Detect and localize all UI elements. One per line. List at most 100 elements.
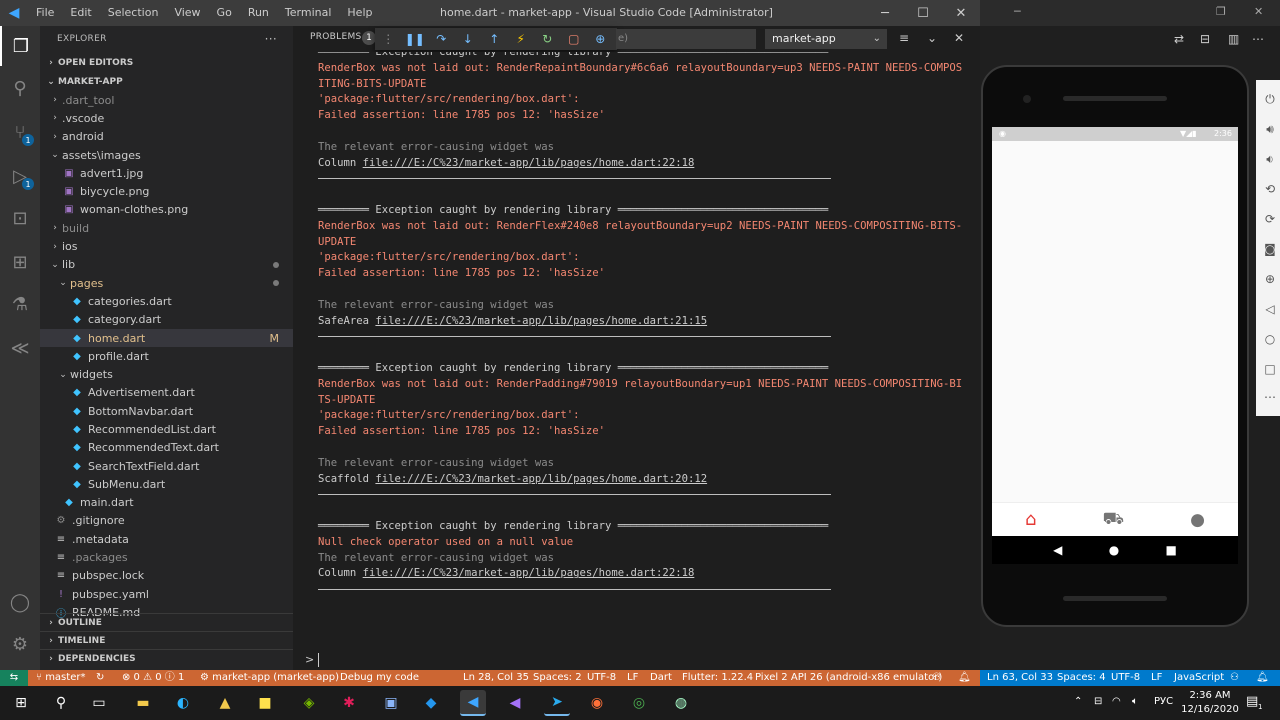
tree-file[interactable]: ▣ advert1.jpg — [40, 164, 293, 182]
language-indicator[interactable]: РУС — [1154, 696, 1173, 707]
sticky-notes-icon[interactable]: ■ — [252, 690, 278, 716]
output-filter-input[interactable]: e) — [616, 29, 756, 49]
chrome-icon[interactable]: ◎ — [626, 690, 652, 716]
volume-down-icon[interactable]: 🔉︎ — [1260, 152, 1280, 167]
open-editors-section[interactable]: › OPEN EDITORS — [40, 54, 293, 72]
tab-problems[interactable]: PROBLEMS — [310, 32, 362, 42]
bg-cursor-position[interactable]: Ln 63, Col 33 — [987, 670, 1053, 686]
tree-folder[interactable]: › build — [40, 219, 293, 237]
rotate-right-icon[interactable]: ⟳ — [1260, 212, 1280, 226]
back-icon[interactable]: ◁ — [1260, 302, 1280, 316]
restore-icon[interactable]: ❐ — [1216, 5, 1226, 18]
tree-file[interactable]: ▣ biycycle.png — [40, 182, 293, 200]
home-button-icon[interactable]: ● — [1109, 543, 1119, 557]
source-file-link[interactable]: file:///E:/C%23/market-app/lib/pages/hom… — [375, 315, 707, 327]
tree-file[interactable]: ◆ category.dart — [40, 311, 293, 329]
file-explorer-icon[interactable]: ▬ — [130, 690, 156, 716]
split-editor-icon[interactable]: ⊟ — [1200, 32, 1210, 46]
menu-file[interactable]: File — [28, 0, 62, 26]
language-status[interactable]: Dart — [650, 670, 672, 686]
source-file-link[interactable]: file:///E:/C%23/market-app/lib/pages/hom… — [375, 473, 707, 485]
bg-notifications-icon[interactable]: 🔔︎ — [1256, 670, 1269, 686]
dependencies-section[interactable]: › DEPENDENCIES — [40, 649, 293, 667]
overview-icon[interactable]: □ — [1260, 362, 1280, 376]
action-center-icon[interactable]: ▤ — [1246, 694, 1258, 709]
tree-file[interactable]: ▣ woman-clothes.png — [40, 201, 293, 219]
restart-icon[interactable]: ↻ — [534, 32, 561, 46]
drag-handle-icon[interactable]: ⋮ — [375, 32, 402, 46]
tree-file[interactable]: ◆ SubMenu.dart — [40, 475, 293, 493]
stop-icon[interactable]: ▢ — [561, 32, 588, 46]
run-debug-icon[interactable]: ▷ 1 — [0, 156, 40, 196]
close-panel-icon[interactable]: ✕ — [954, 31, 964, 45]
live-share-icon[interactable]: ⚇ — [932, 670, 941, 686]
flutter-icon[interactable]: ≪ — [0, 328, 40, 368]
notifications-icon[interactable]: 🔔︎ — [958, 670, 971, 686]
tree-folder[interactable]: › android — [40, 128, 293, 146]
tree-folder[interactable]: › .dart_tool — [40, 91, 293, 109]
tree-file[interactable]: ◆ BottomNavbar.dart — [40, 402, 293, 420]
timeline-section[interactable]: › TIMELINE — [40, 631, 293, 649]
menu-help[interactable]: Help — [339, 0, 380, 26]
remote-icon[interactable]: ⇆ — [0, 670, 28, 686]
tree-file[interactable]: ◆ SearchTextField.dart — [40, 457, 293, 475]
tree-file[interactable]: ◆ home.dart M — [40, 328, 293, 348]
tree-file[interactable]: ◆ RecommendedText.dart — [40, 439, 293, 457]
eol-status[interactable]: LF — [627, 670, 638, 686]
menu-terminal[interactable]: Terminal — [277, 0, 340, 26]
volume-up-icon[interactable]: 🔊︎ — [1260, 122, 1280, 137]
slack-icon[interactable]: ✱ — [336, 690, 362, 716]
tree-file[interactable]: ◆ profile.dart — [40, 347, 293, 365]
flutter-version-status[interactable]: Flutter: 1.22.4 — [682, 670, 753, 686]
tree-file[interactable]: ⚙ .gitignore — [40, 512, 293, 530]
bg-encoding[interactable]: UTF-8 — [1111, 670, 1140, 686]
tree-folder[interactable]: › ios — [40, 237, 293, 255]
cart-icon[interactable]: ⛟ — [1103, 509, 1124, 531]
pause-icon[interactable]: ❚❚ — [402, 32, 429, 46]
more-actions-icon[interactable]: ⋯ — [1252, 32, 1264, 46]
tree-file[interactable]: ◆ RecommendedList.dart — [40, 420, 293, 438]
bg-indent[interactable]: Spaces: 4 — [1057, 670, 1106, 686]
tree-folder[interactable]: › .vscode — [40, 109, 293, 127]
encoding-status[interactable]: UTF-8 — [587, 670, 616, 686]
inspect-widget-icon[interactable]: ⊕ — [587, 32, 614, 46]
explorer-more-button[interactable]: ··· — [265, 32, 277, 46]
minimize-icon[interactable]: ─ — [1014, 5, 1021, 18]
device-status[interactable]: Pixel 2 API 26 (android-x86 emulator) — [755, 670, 942, 686]
task-view-icon[interactable]: ▭ — [86, 690, 112, 716]
console-input[interactable] — [318, 653, 319, 667]
tray-wifi-icon[interactable]: ◠ — [1112, 696, 1121, 707]
tree-folder[interactable]: ⌄ widgets — [40, 365, 293, 383]
account-icon[interactable]: ◯ — [0, 582, 40, 622]
debug-mode-status[interactable]: Debug my code — [340, 670, 419, 686]
search-icon[interactable]: ⚲ — [0, 68, 40, 108]
recents-icon[interactable]: ■ — [1166, 543, 1177, 557]
close-window-button[interactable]: ✕ — [942, 0, 980, 26]
tray-chevron-icon[interactable]: ⌃ — [1074, 696, 1082, 707]
visual-studio-icon[interactable]: ◀ — [502, 690, 528, 716]
source-control-icon[interactable]: ⑂ 1 — [0, 112, 40, 152]
emulator-screen[interactable]: ◉ ▼◢▮ 2:36 ⌂ ⛟ ● ◀ ● ■ — [992, 127, 1238, 564]
screenshot-icon[interactable]: ◙ — [1260, 242, 1280, 256]
step-over-icon[interactable]: ↷ — [428, 32, 455, 46]
sync-icon[interactable]: ↻ — [96, 670, 104, 686]
bg-eol[interactable]: LF — [1151, 670, 1162, 686]
nvidia-icon[interactable]: ◈ — [296, 690, 322, 716]
project-section[interactable]: ⌄ MARKET-APP — [40, 73, 293, 91]
edge-browser-icon[interactable]: ◐ — [170, 690, 196, 716]
outline-section[interactable]: › OUTLINE — [40, 613, 293, 631]
testing-icon[interactable]: ⚗ — [0, 284, 40, 324]
tree-file[interactable]: ≡ .metadata — [40, 530, 293, 548]
branch-status[interactable]: ⑂ master* — [36, 670, 85, 686]
tree-folder[interactable]: ⌄ lib — [40, 256, 293, 274]
tree-file[interactable]: ! pubspec.yaml — [40, 585, 293, 603]
menu-go[interactable]: Go — [209, 0, 240, 26]
explorer-icon[interactable]: ❐ — [0, 26, 40, 66]
output-target-select[interactable]: market-app ⌄ — [765, 29, 887, 49]
problems-status[interactable]: ⊗ 0 ⚠ 0 ⓘ 1 — [122, 670, 184, 686]
tree-file[interactable]: ◆ main.dart — [40, 494, 293, 512]
step-into-icon[interactable]: ↓ — [455, 32, 482, 46]
tree-folder[interactable]: ⌄ pages — [40, 274, 293, 292]
rotate-left-icon[interactable]: ⟲ — [1260, 182, 1280, 196]
devtools-icon[interactable]: ▣ — [378, 690, 404, 716]
